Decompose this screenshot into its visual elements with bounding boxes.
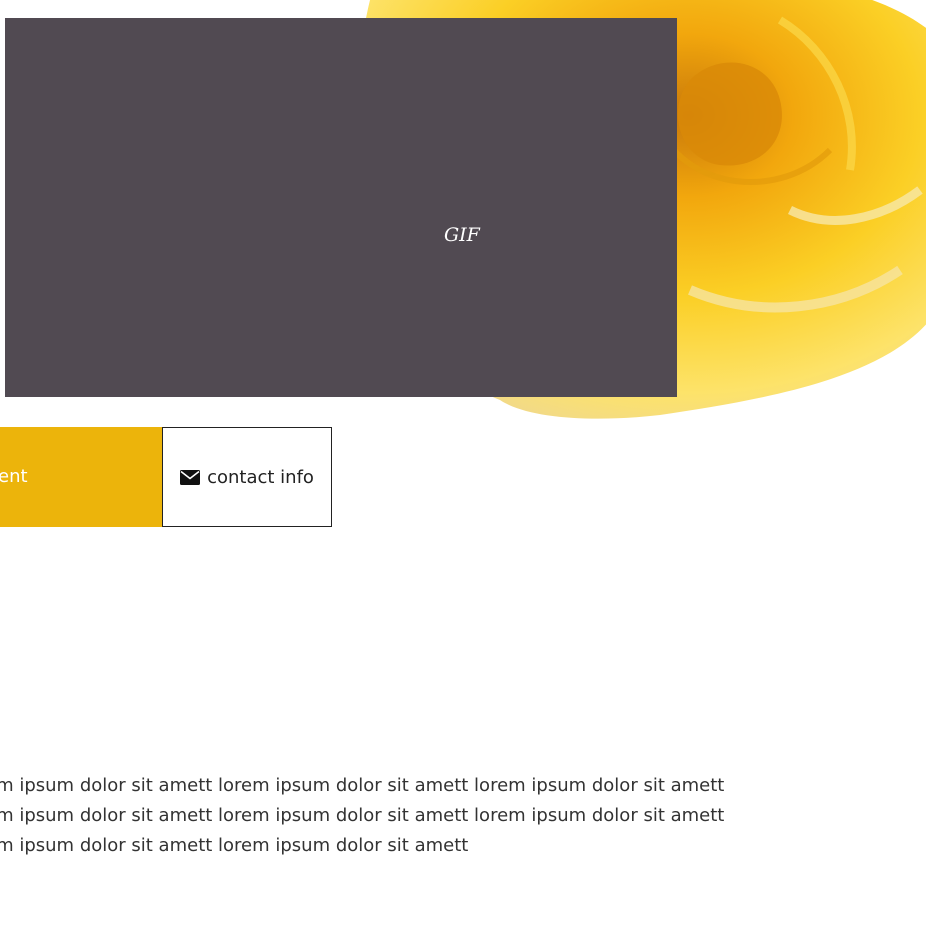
- page: GIF Content contact info lorem ipsum dol…: [0, 0, 926, 926]
- contact-info-button[interactable]: contact info: [162, 427, 332, 527]
- gif-placeholder: GIF: [5, 18, 677, 397]
- envelope-icon: [180, 469, 201, 485]
- contact-info-label: contact info: [207, 466, 314, 488]
- gif-label: GIF: [444, 224, 480, 246]
- paragraph-line: lorem ipsum dolor sit amett lorem ipsum …: [0, 805, 725, 826]
- content-button-label: Content: [0, 466, 28, 487]
- body-paragraph: lorem ipsum dolor sit amett lorem ipsum …: [0, 771, 725, 861]
- paragraph-line: lorem ipsum dolor sit amett lorem ipsum …: [0, 775, 725, 796]
- paragraph-line: lorem ipsum dolor sit amett lorem ipsum …: [0, 835, 469, 856]
- content-button[interactable]: Content: [0, 427, 162, 527]
